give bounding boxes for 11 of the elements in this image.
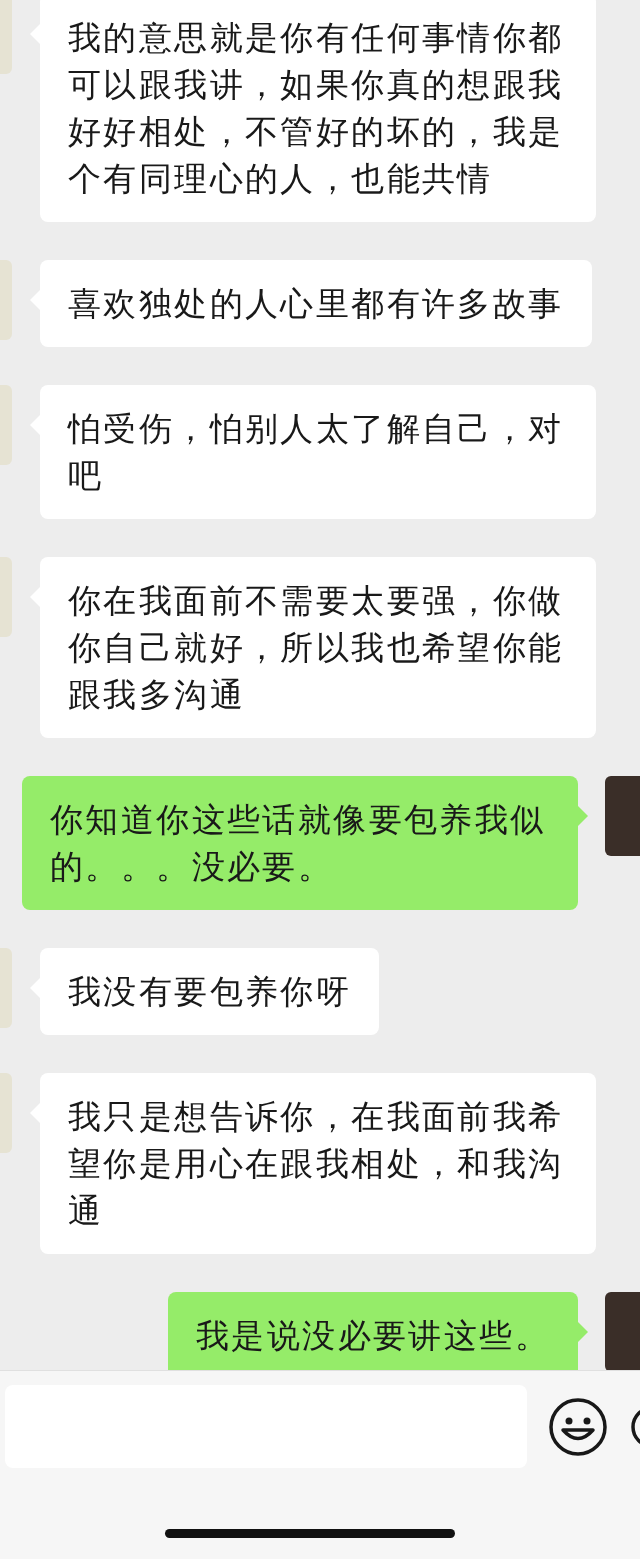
message-bubble: 你知道你这些话就像要包养我似的。。。没必要。 xyxy=(22,776,578,910)
bubble-tail xyxy=(578,806,588,826)
message-bubble: 你在我面前不需要太要强，你做你自己就好，所以我也希望你能跟我多沟通 xyxy=(40,557,596,738)
message-bubble: 我的意思就是你有任何事情你都可以跟我讲，如果你真的想跟我好好相处，不管好的坏的，我是个有同理心的人，也能共情 xyxy=(40,0,596,222)
message-bubble: 怕受伤，怕别人太了解自己，对吧 xyxy=(40,385,596,519)
message-bubble: 我只是想告诉你，在我面前我希望你是用心在跟我相处，和我沟通 xyxy=(40,1073,596,1254)
message-bubble: 喜欢独处的人心里都有许多故事 xyxy=(40,260,592,347)
message-bubble: 我没有要包养你呀 xyxy=(40,948,380,1035)
bubble-tail xyxy=(578,1322,588,1342)
emoji-icon[interactable] xyxy=(548,1396,608,1457)
message-bubble: 我是说没必要讲这些。 xyxy=(168,1292,578,1370)
